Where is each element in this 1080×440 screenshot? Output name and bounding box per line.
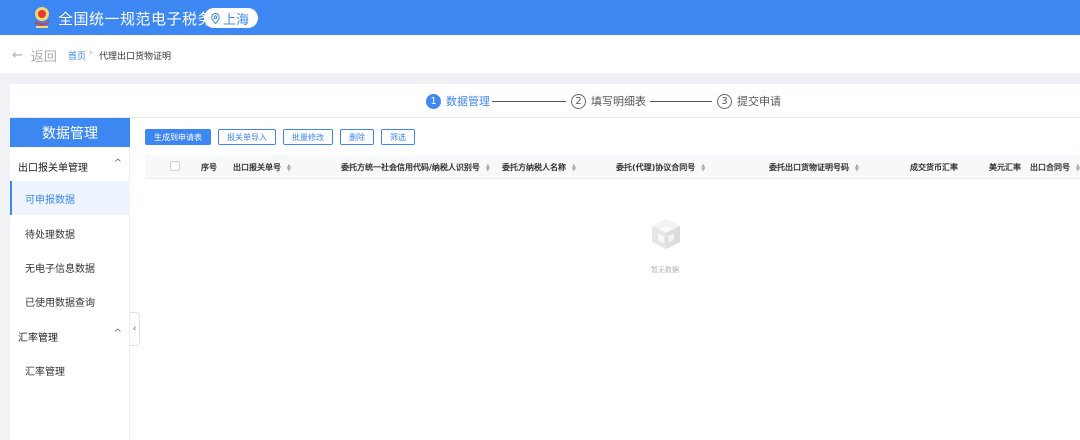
top-header: 全国统一规范电子税务局 上海 — [0, 0, 1080, 35]
column-header-declaration-no[interactable]: 出口报关单号 ▲ ▼ — [233, 162, 291, 173]
sort-icon[interactable]: ▲ ▼ — [701, 163, 705, 172]
step-1-label: 数据管理 — [446, 95, 490, 108]
column-header-client-credit-code[interactable]: 委托方统一社会信用代码/纳税人识别号 ▲ ▼ — [341, 162, 490, 173]
column-header-index: 序号 — [201, 162, 217, 173]
sidebar-item-pending[interactable]: 待处理数据 — [10, 216, 130, 250]
column-header-certificate-no[interactable]: 委托出口货物证明号码 ▲ ▼ — [769, 162, 859, 173]
sidebar-item-used-query[interactable]: 已使用数据查询 — [10, 284, 130, 318]
step-3-label: 提交申请 — [737, 95, 781, 108]
sort-icon[interactable]: ▲ ▼ — [1076, 163, 1080, 172]
step-indicator: 1 数据管理 2 填写明细表 3 提交申请 — [10, 84, 1080, 118]
column-header-usd-rate: 美元汇率 — [989, 162, 1021, 173]
column-header-agreement-no[interactable]: 委托(代理)协议合同号 ▲ ▼ — [616, 162, 705, 173]
delete-button[interactable]: 删除 — [340, 129, 374, 145]
step-2-number: 2 — [571, 93, 586, 109]
sidebar-collapse-button[interactable]: ‹ — [130, 312, 140, 346]
select-all-checkbox[interactable] — [170, 161, 180, 171]
sidebar: 数据管理 出口报关单管理 ^ 可申报数据 待处理数据 无电子信息数据 已使用数据… — [10, 118, 130, 440]
column-label: 出口报关单号 — [233, 163, 281, 172]
column-label: 序号 — [201, 163, 217, 172]
sidebar-group-customs[interactable]: 出口报关单管理 ^ — [10, 153, 130, 177]
column-label: 委托方统一社会信用代码/纳税人识别号 — [341, 163, 480, 172]
column-label: 出口合同号 — [1030, 163, 1070, 172]
sidebar-group-label: 出口报关单管理 — [18, 163, 88, 174]
sort-icon[interactable]: ▲ ▼ — [486, 163, 490, 172]
filter-button[interactable]: 筛选 — [381, 129, 415, 145]
generate-button[interactable]: 生成到申请表 — [145, 129, 211, 145]
sidebar-item-declarable[interactable]: 可申报数据 — [10, 181, 130, 215]
column-label: 成交货币汇率 — [910, 163, 958, 172]
step-1[interactable]: 1 数据管理 — [426, 93, 490, 109]
main-panel: 1 数据管理 2 填写明细表 3 提交申请 数据管理 出口报关单管理 ^ 可申报… — [10, 84, 1080, 440]
breadcrumb-current: 代理出口货物证明 — [99, 52, 172, 62]
chevron-up-icon: ^ — [113, 328, 122, 339]
column-header-currency-rate: 成交货币汇率 — [910, 162, 958, 173]
table-header: 序号 出口报关单号 ▲ ▼ 委托方统一社会信用代码/纳税人识别号 ▲ ▼ 委托方纳税… — [145, 155, 1080, 179]
action-toolbar: 生成到申请表 报关单导入 批量修改 删除 筛选 — [145, 129, 415, 145]
empty-box-icon — [652, 219, 680, 249]
location-pin-icon — [211, 12, 220, 24]
column-header-client-name[interactable]: 委托方纳税人名称 ▲ ▼ — [502, 162, 576, 173]
sidebar-item-no-e-info[interactable]: 无电子信息数据 — [10, 250, 130, 284]
import-button[interactable]: 报关单导入 — [218, 129, 276, 145]
step-2-label: 填写明细表 — [591, 95, 646, 108]
back-label: 返回 — [30, 50, 57, 65]
empty-state-text: 暂无数据 — [651, 266, 679, 274]
site-title: 全国统一规范电子税务局 — [58, 10, 229, 28]
column-header-contract-no[interactable]: 出口合同号 ▲ ▼ — [1030, 162, 1080, 173]
sort-icon[interactable]: ▲ ▼ — [287, 163, 291, 172]
breadcrumb-home-link[interactable]: 首页 — [68, 49, 86, 62]
step-1-number: 1 — [426, 93, 441, 109]
tax-emblem-icon — [35, 7, 49, 28]
region-selector[interactable]: 上海 — [204, 8, 258, 28]
column-label: 委托方纳税人名称 — [502, 163, 566, 172]
sidebar-group-label: 汇率管理 — [18, 333, 58, 344]
back-button[interactable]: ← 返回 — [12, 46, 57, 65]
column-label: 委托(代理)协议合同号 — [616, 163, 696, 172]
sort-icon[interactable]: ▲ ▼ — [572, 163, 576, 172]
breadcrumb-separator: › — [89, 48, 93, 58]
chevron-left-icon: ‹ — [132, 324, 137, 334]
column-label: 美元汇率 — [989, 163, 1021, 172]
chevron-up-icon: ^ — [113, 158, 122, 169]
step-3-number: 3 — [717, 93, 732, 109]
column-label: 委托出口货物证明号码 — [769, 163, 849, 172]
sidebar-title: 数据管理 — [10, 118, 130, 147]
breadcrumb-bar: ← 返回 首页 › 代理出口货物证明 — [0, 35, 1080, 73]
sort-icon[interactable]: ▲ ▼ — [855, 163, 859, 172]
step-connector — [492, 101, 566, 102]
batch-edit-button[interactable]: 批量修改 — [283, 129, 333, 145]
step-2[interactable]: 2 填写明细表 — [571, 93, 646, 109]
region-label: 上海 — [223, 12, 250, 28]
step-3[interactable]: 3 提交申请 — [717, 93, 781, 109]
arrow-left-icon: ← — [12, 48, 23, 63]
sidebar-group-exchange[interactable]: 汇率管理 ^ — [10, 323, 130, 347]
sidebar-item-exchange-rate[interactable]: 汇率管理 — [10, 353, 130, 387]
step-connector — [650, 101, 712, 102]
